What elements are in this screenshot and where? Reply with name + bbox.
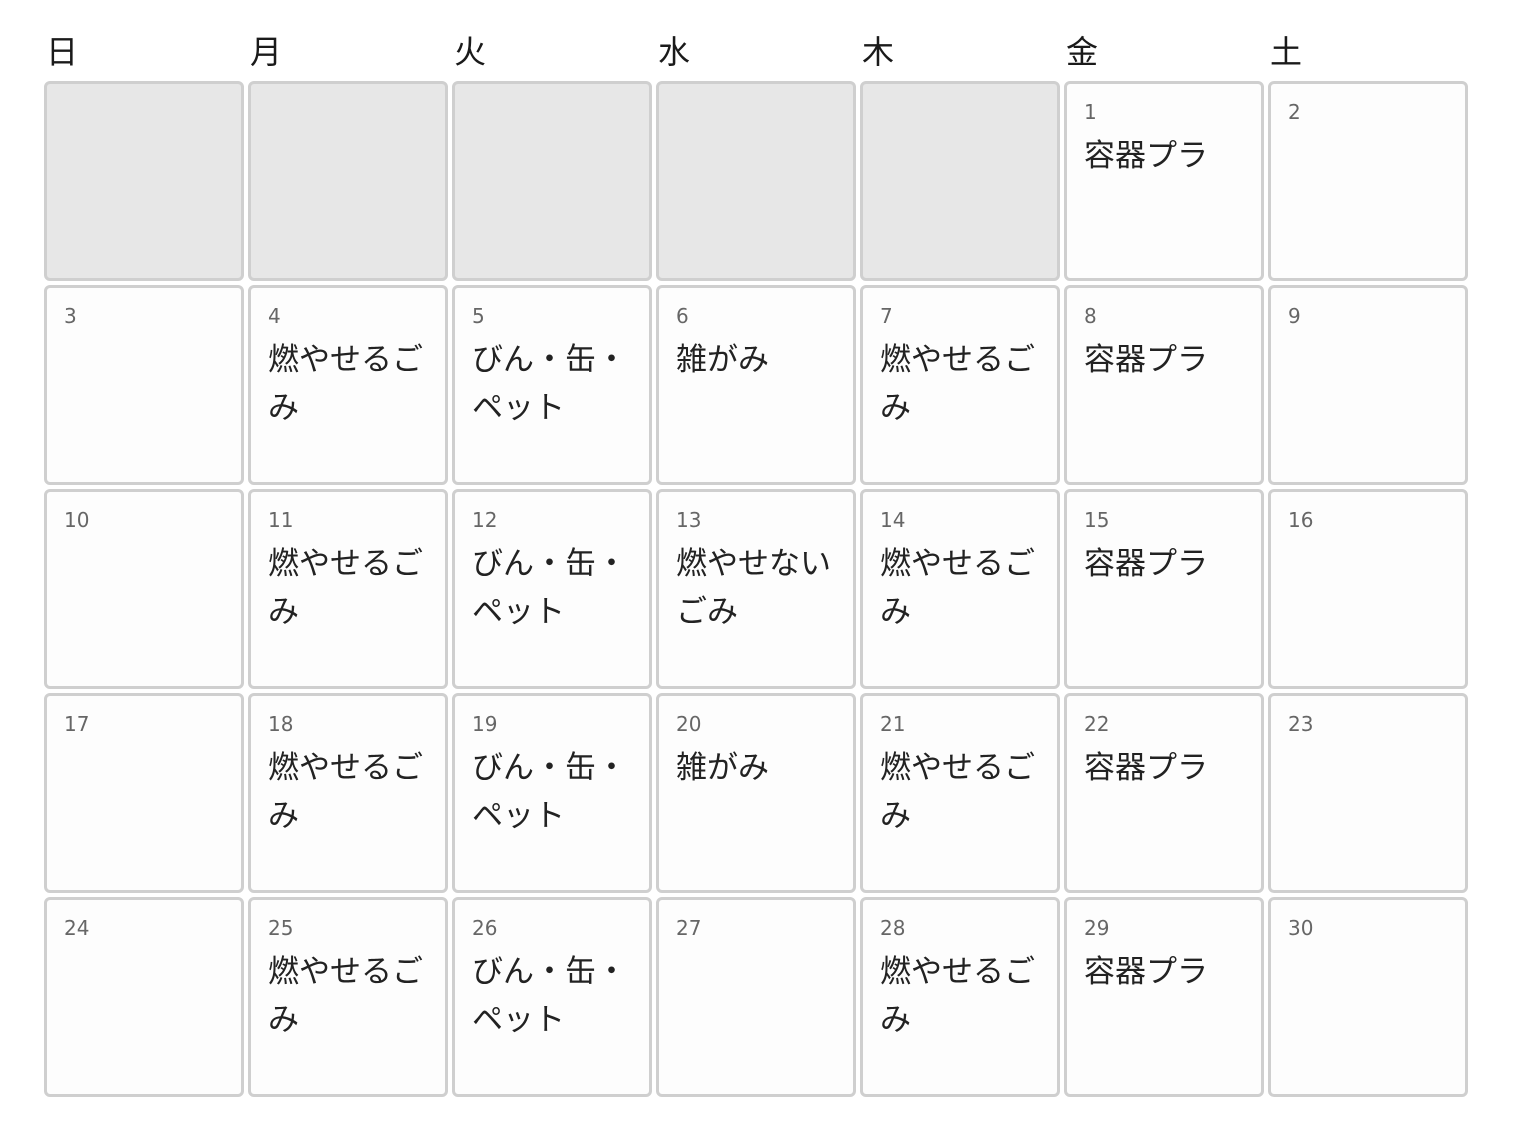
collection-event: 容器プラ [1084, 342, 1208, 378]
day-number: 2 [1288, 100, 1301, 124]
weekday-fri: 金 [1066, 33, 1099, 71]
collection-event: 燃やせるごみ [268, 750, 423, 834]
day-cell[interactable]: 27 [656, 897, 856, 1097]
day-cell[interactable]: 14 燃やせるごみ [860, 489, 1060, 689]
day-number: 6 [676, 304, 689, 328]
day-cell[interactable]: 3 [44, 285, 244, 485]
day-cell[interactable]: 1 容器プラ [1064, 81, 1264, 281]
day-number: 26 [472, 916, 498, 940]
day-cell[interactable]: 13 燃やせないごみ [656, 489, 856, 689]
day-cell[interactable]: 12 びん・缶・ペット [452, 489, 652, 689]
day-number: 29 [1084, 916, 1110, 940]
day-number: 28 [880, 916, 906, 940]
day-number: 9 [1288, 304, 1301, 328]
collection-event: 容器プラ [1084, 954, 1208, 990]
day-cell[interactable]: 25 燃やせるごみ [248, 897, 448, 1097]
day-number: 18 [268, 712, 294, 736]
day-cell[interactable]: 9 [1268, 285, 1468, 485]
day-cell[interactable]: 30 [1268, 897, 1468, 1097]
collection-event: 燃やせるごみ [268, 954, 423, 1038]
day-number: 1 [1084, 100, 1097, 124]
collection-event: びん・缶・ペット [472, 750, 627, 834]
day-number: 21 [880, 712, 906, 736]
day-cell[interactable]: 16 [1268, 489, 1468, 689]
day-cell[interactable]: 22 容器プラ [1064, 693, 1264, 893]
weekday-sat: 土 [1270, 33, 1303, 71]
collection-event: 燃やせるごみ [880, 342, 1035, 426]
day-cell[interactable]: 7 燃やせるごみ [860, 285, 1060, 485]
calendar: 日 月 火 水 木 金 土 1 容器プラ 2 3 4 燃やせるごみ 5 びん・缶・ペット 6 雑が… [44, 30, 1468, 1097]
day-cell[interactable]: 29 容器プラ [1064, 897, 1264, 1097]
day-cell[interactable]: 20 雑がみ [656, 693, 856, 893]
collection-event: 燃やせるごみ [880, 750, 1035, 834]
day-cell-empty[interactable] [452, 81, 652, 281]
collection-event: 燃やせるごみ [880, 546, 1035, 630]
day-number: 20 [676, 712, 702, 736]
day-number: 15 [1084, 508, 1110, 532]
day-number: 5 [472, 304, 485, 328]
day-cell[interactable]: 10 [44, 489, 244, 689]
day-number: 17 [64, 712, 90, 736]
day-cell[interactable]: 5 びん・缶・ペット [452, 285, 652, 485]
weekday-header: 日 月 火 水 木 金 土 [44, 30, 1468, 80]
collection-event: 容器プラ [1084, 546, 1208, 582]
day-number: 10 [64, 508, 90, 532]
collection-event: 容器プラ [1084, 138, 1208, 174]
day-number: 24 [64, 916, 90, 940]
weekday-mon: 月 [250, 33, 283, 71]
collection-event: 雑がみ [676, 342, 769, 378]
day-cell[interactable]: 2 [1268, 81, 1468, 281]
day-cell[interactable]: 8 容器プラ [1064, 285, 1264, 485]
collection-event: びん・缶・ペット [472, 954, 627, 1038]
day-number: 4 [268, 304, 281, 328]
day-cell-empty[interactable] [656, 81, 856, 281]
day-cell[interactable]: 19 びん・缶・ペット [452, 693, 652, 893]
day-cell[interactable]: 6 雑がみ [656, 285, 856, 485]
day-number: 27 [676, 916, 702, 940]
day-cell-empty[interactable] [248, 81, 448, 281]
collection-event: 容器プラ [1084, 750, 1208, 786]
day-number: 11 [268, 508, 294, 532]
day-number: 25 [268, 916, 294, 940]
day-cell-empty[interactable] [44, 81, 244, 281]
day-cell-empty[interactable] [860, 81, 1060, 281]
day-number: 7 [880, 304, 893, 328]
weekday-tue: 火 [454, 33, 487, 71]
collection-event: 燃やせるごみ [268, 546, 423, 630]
day-cell[interactable]: 28 燃やせるごみ [860, 897, 1060, 1097]
collection-event: びん・缶・ペット [472, 546, 627, 630]
day-cell[interactable]: 15 容器プラ [1064, 489, 1264, 689]
day-number: 3 [64, 304, 77, 328]
day-number: 23 [1288, 712, 1314, 736]
day-cell[interactable]: 24 [44, 897, 244, 1097]
day-cell[interactable]: 18 燃やせるごみ [248, 693, 448, 893]
day-number: 19 [472, 712, 498, 736]
collection-event: びん・缶・ペット [472, 342, 627, 426]
day-cell[interactable]: 26 びん・缶・ペット [452, 897, 652, 1097]
day-number: 16 [1288, 508, 1314, 532]
weekday-thu: 木 [862, 33, 895, 71]
day-cell[interactable]: 23 [1268, 693, 1468, 893]
collection-event: 燃やせるごみ [268, 342, 423, 426]
day-number: 12 [472, 508, 498, 532]
day-grid: 1 容器プラ 2 3 4 燃やせるごみ 5 びん・缶・ペット 6 雑がみ 7 燃やせるごみ 8 容器プラ 9… [44, 81, 1468, 1097]
day-number: 30 [1288, 916, 1314, 940]
day-number: 22 [1084, 712, 1110, 736]
day-cell[interactable]: 4 燃やせるごみ [248, 285, 448, 485]
collection-event: 燃やせないごみ [676, 546, 831, 630]
weekday-sun: 日 [46, 33, 79, 71]
collection-event: 燃やせるごみ [880, 954, 1035, 1038]
day-cell[interactable]: 21 燃やせるごみ [860, 693, 1060, 893]
collection-event: 雑がみ [676, 750, 769, 786]
day-cell[interactable]: 11 燃やせるごみ [248, 489, 448, 689]
weekday-wed: 水 [658, 33, 691, 71]
day-number: 8 [1084, 304, 1097, 328]
day-number: 14 [880, 508, 906, 532]
day-cell[interactable]: 17 [44, 693, 244, 893]
day-number: 13 [676, 508, 702, 532]
